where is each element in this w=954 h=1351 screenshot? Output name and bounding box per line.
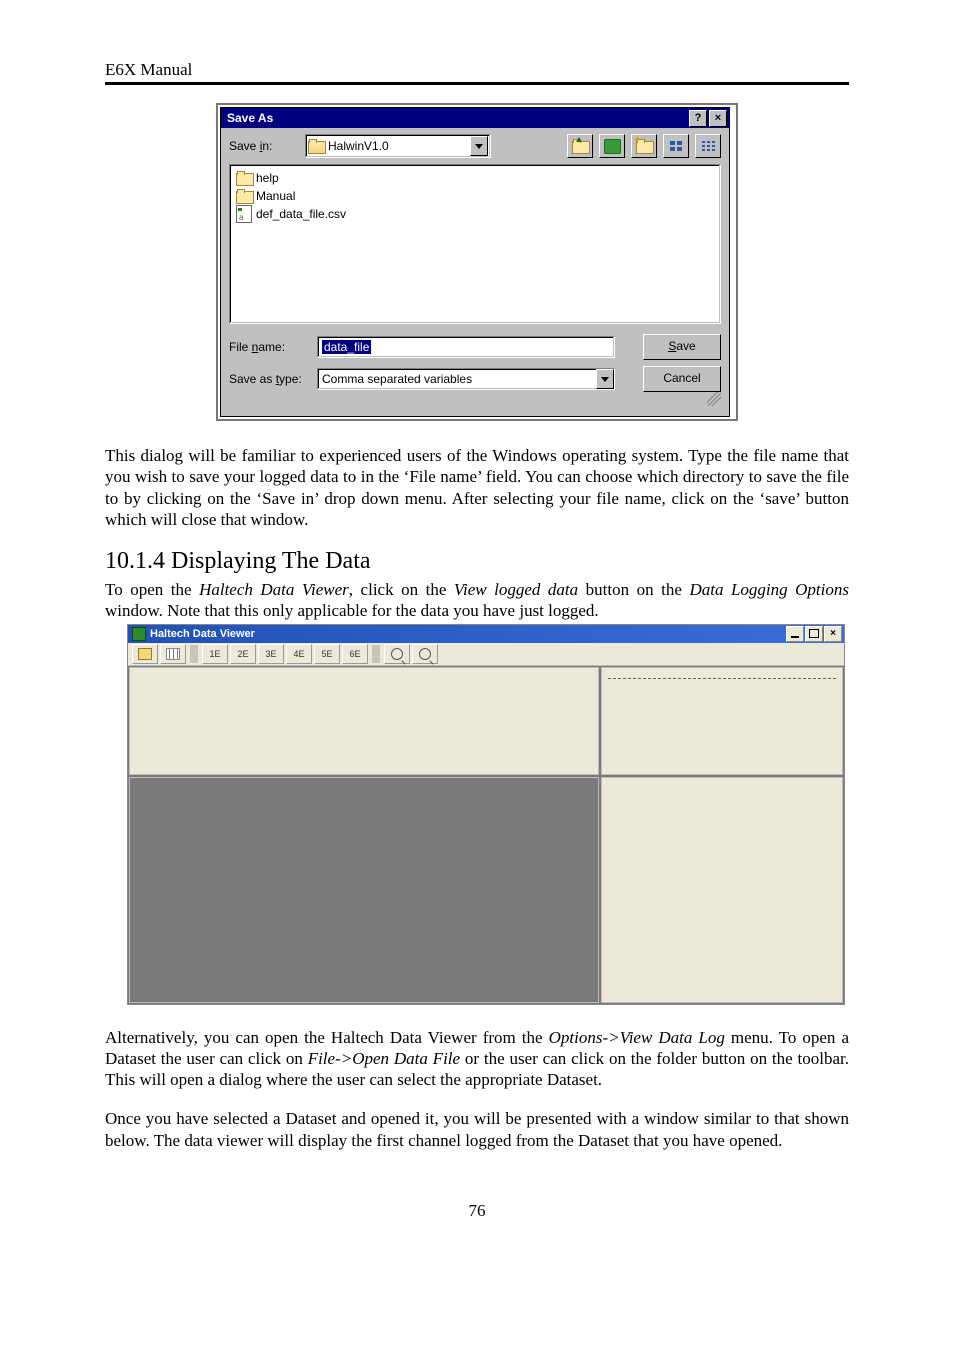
- section-heading: 10.1.4 Displaying The Data: [105, 548, 849, 575]
- layout-3-button[interactable]: 3E: [258, 644, 284, 664]
- chart-pane-bottom-right[interactable]: [601, 777, 843, 1003]
- layout-4-button[interactable]: 4E: [286, 644, 312, 664]
- up-one-level-button[interactable]: [567, 134, 593, 158]
- doc-header: E6X Manual: [105, 60, 849, 80]
- close-button[interactable]: ×: [824, 626, 842, 642]
- layout-5-button[interactable]: 5E: [314, 644, 340, 664]
- view-list-button[interactable]: [663, 134, 689, 158]
- layout-6-button[interactable]: 6E: [342, 644, 368, 664]
- save-as-type-label: Save as type:: [229, 372, 311, 386]
- folder-open-icon: [138, 648, 152, 660]
- toolbar-separator: [372, 645, 380, 663]
- view-details-button[interactable]: [695, 134, 721, 158]
- layout-1-button[interactable]: 1E: [202, 644, 228, 664]
- save-as-type-dropdown[interactable]: Comma separated variables: [317, 368, 615, 390]
- haltech-body: [128, 666, 844, 1004]
- save-as-dialog: Save As ? × Save in: HalwinV1.0: [220, 107, 730, 417]
- folder-icon: [236, 189, 252, 203]
- page-number: 76: [105, 1201, 849, 1221]
- resize-grip-icon[interactable]: [707, 392, 721, 406]
- app-icon: [132, 627, 146, 641]
- save-as-titlebar[interactable]: Save As ? ×: [221, 108, 729, 128]
- paragraph: To open the Haltech Data Viewer, click o…: [105, 579, 849, 622]
- magnifier-plus-icon: [391, 648, 403, 660]
- cancel-button[interactable]: Cancel: [643, 366, 721, 392]
- toolbar-separator: [190, 645, 198, 663]
- dropdown-arrow-icon[interactable]: [596, 369, 614, 389]
- paragraph: Once you have selected a Dataset and ope…: [105, 1108, 849, 1151]
- save-as-dialog-frame: Save As ? × Save in: HalwinV1.0: [216, 103, 738, 421]
- save-in-dropdown[interactable]: HalwinV1.0: [305, 134, 491, 158]
- chart-pane-bottom-left[interactable]: [129, 777, 599, 1003]
- titlebar-close-button[interactable]: ×: [709, 110, 727, 127]
- minimize-button[interactable]: [786, 626, 804, 642]
- layout-2-button[interactable]: 2E: [230, 644, 256, 664]
- header-rule: [105, 82, 849, 85]
- haltech-viewer-frame: Haltech Data Viewer × 1E 2E 3E 4E 5E 6E: [127, 624, 845, 1005]
- save-button[interactable]: Save: [643, 334, 721, 360]
- paragraph: Alternatively, you can open the Haltech …: [105, 1027, 849, 1091]
- save-as-type-value: Comma separated variables: [322, 372, 596, 386]
- new-folder-button[interactable]: ✦: [631, 134, 657, 158]
- save-in-label: Save in:: [229, 139, 299, 153]
- folder-label: Manual: [256, 189, 295, 203]
- chart-pane-top-left[interactable]: [129, 667, 599, 775]
- chart-layout-button[interactable]: [160, 644, 186, 664]
- magnifier-minus-icon: [419, 648, 431, 660]
- file-item[interactable]: def_data_file.csv: [236, 205, 714, 223]
- folder-label: help: [256, 171, 279, 185]
- folder-item[interactable]: Manual: [236, 187, 714, 205]
- haltech-titlebar[interactable]: Haltech Data Viewer ×: [128, 625, 844, 643]
- dropdown-arrow-icon[interactable]: [470, 136, 488, 156]
- chart-pane-top-right[interactable]: [601, 667, 843, 775]
- file-label: def_data_file.csv: [256, 207, 346, 221]
- chart-icon: [166, 648, 180, 660]
- haltech-toolbar: 1E 2E 3E 4E 5E 6E: [128, 643, 844, 666]
- file-list-pane[interactable]: help Manual def_data_file.csv: [229, 164, 721, 324]
- zoom-out-button[interactable]: [412, 644, 438, 664]
- maximize-button[interactable]: [805, 626, 823, 642]
- titlebar-help-button[interactable]: ?: [689, 110, 707, 127]
- haltech-viewer-window: Haltech Data Viewer × 1E 2E 3E 4E 5E 6E: [128, 625, 844, 1004]
- haltech-title: Haltech Data Viewer: [150, 628, 255, 640]
- file-name-label: File name:: [229, 340, 311, 354]
- open-file-button[interactable]: [132, 644, 158, 664]
- file-name-input[interactable]: data_file: [317, 336, 615, 358]
- paragraph: This dialog will be familiar to experien…: [105, 445, 849, 530]
- save-as-title: Save As: [227, 111, 273, 125]
- file-name-value: data_file: [322, 340, 371, 354]
- folder-open-icon: [308, 139, 324, 153]
- folder-icon: [236, 171, 252, 185]
- zoom-in-button[interactable]: [384, 644, 410, 664]
- folder-item[interactable]: help: [236, 169, 714, 187]
- save-in-value: HalwinV1.0: [328, 139, 389, 153]
- csv-file-icon: [236, 205, 252, 223]
- view-desktop-button[interactable]: [599, 134, 625, 158]
